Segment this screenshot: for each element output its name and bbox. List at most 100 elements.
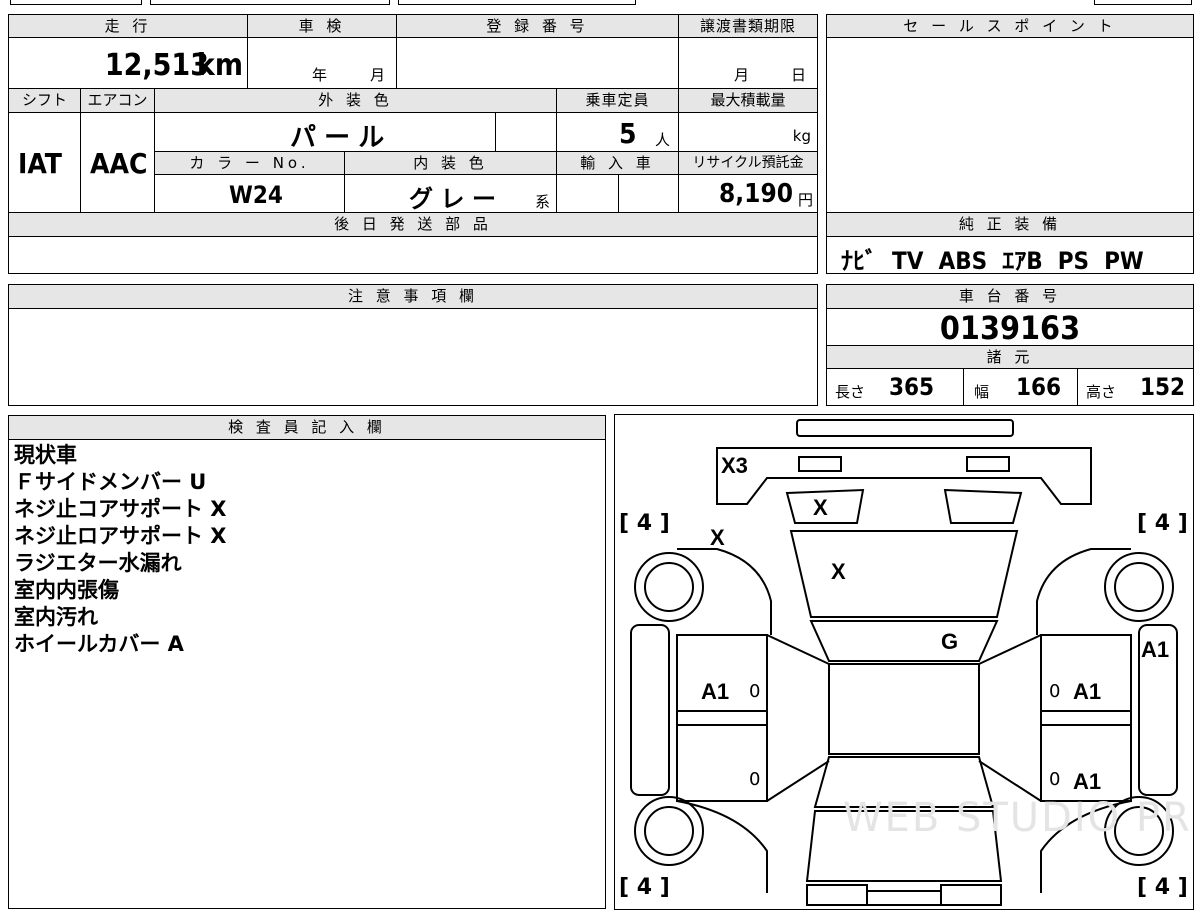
import-label: 輸 入 車 xyxy=(556,151,679,175)
inspector-line: ネジ止コアサポート X xyxy=(14,497,227,521)
recycle-cell: 8,190 円 xyxy=(678,174,818,213)
tire-rr: [ 4 ] xyxy=(1137,875,1188,900)
zero-mark: 0 xyxy=(749,681,761,702)
tire-fr: [ 4 ] xyxy=(1137,511,1188,536)
inspector-line: 現状車 xyxy=(14,443,77,467)
capacity-unit: 人 xyxy=(655,131,671,149)
transfer-deadline-label: 譲渡書類期限 xyxy=(678,14,818,38)
spec-width-label: 幅 xyxy=(974,383,990,401)
zero-mark: 0 xyxy=(1049,769,1061,790)
spec-height-value: 152 xyxy=(1140,373,1186,401)
aircon-label: エアコン xyxy=(80,88,155,113)
tire-rl: [ 4 ] xyxy=(619,875,670,900)
exterior-color-cell: パ ー ル xyxy=(154,112,496,153)
mark-right-rear-door: A1 xyxy=(1073,769,1102,794)
inspector-line: 室内汚れ xyxy=(14,605,98,629)
recycle-label: リサイクル預託金 xyxy=(678,151,818,175)
inspector-line: ラジエター水漏れ xyxy=(14,551,182,575)
max-load-label: 最大積載量 xyxy=(678,88,818,113)
watermark: WEB STUDIO PRO xyxy=(843,795,1194,841)
chassis-label: 車 台 番 号 xyxy=(826,284,1194,309)
spec-width-cell: 幅 166 xyxy=(963,368,1078,406)
tire-fl: [ 4 ] xyxy=(619,511,670,536)
exterior-color-value: パ ー ル xyxy=(290,123,385,153)
equipment-cell: ﾅﾋﾞ TV ABS ｴｱB PS PW xyxy=(826,236,1194,275)
zero-mark: 0 xyxy=(1049,681,1061,702)
interior-color-value: グ レ ー xyxy=(409,185,497,213)
spec-length-value: 365 xyxy=(889,373,935,401)
inspector-line: Ｆサイドメンバー U xyxy=(14,470,207,494)
inspector-line: ホイールカバー A xyxy=(14,632,184,656)
top-cell-2 xyxy=(150,0,390,5)
later-parts-cell xyxy=(8,236,818,274)
transfer-month: 月 xyxy=(734,66,750,84)
mark-right-front-door: A1 xyxy=(1073,679,1102,704)
aircon-cell: AAC xyxy=(80,112,155,213)
specs-label: 諸 元 xyxy=(826,345,1194,369)
inspector-notes: 現状車 Ｆサイドメンバー U ネジ止コアサポート X ネジ止ロアサポート X ラ… xyxy=(8,439,606,909)
transfer-deadline-cell: 月 日 xyxy=(678,37,818,89)
mileage-value: 12,513 xyxy=(104,48,209,83)
chassis-cell: 0139163 xyxy=(826,308,1194,347)
inspection-year: 年 xyxy=(312,66,328,84)
inspection-label: 車 検 xyxy=(247,14,397,38)
registration-cell xyxy=(396,37,679,89)
max-load-cell: kg xyxy=(678,112,818,152)
top-cell-4 xyxy=(1094,0,1192,5)
later-parts-label: 後 日 発 送 部 品 xyxy=(8,212,818,237)
notes-section-cell xyxy=(8,308,818,406)
sales-point-label: セ ー ル ス ポ イ ン ト xyxy=(826,14,1194,38)
interior-color-label: 内 装 色 xyxy=(344,151,557,175)
exterior-color-label: 外 装 色 xyxy=(154,88,557,113)
mileage-label: 走 行 xyxy=(8,14,248,38)
notes-section-label: 注 意 事 項 欄 xyxy=(8,284,818,309)
equipment-label: 純 正 装 備 xyxy=(826,212,1194,237)
shift-cell: IAT xyxy=(8,112,81,213)
spec-width-value: 166 xyxy=(1016,373,1062,401)
registration-label: 登 録 番 号 xyxy=(396,14,679,38)
inspector-label: 検 査 員 記 入 欄 xyxy=(8,415,606,440)
interior-color-suffix: 系 xyxy=(535,193,551,211)
mark-right-side: A1 xyxy=(1141,637,1170,662)
aircon-value: AAC xyxy=(90,147,148,180)
inspection-month: 月 xyxy=(370,66,386,84)
spec-length-cell: 長さ 365 xyxy=(826,368,964,406)
capacity-cell: 5 人 xyxy=(556,112,679,152)
max-load-unit: kg xyxy=(792,127,811,145)
recycle-value: 8,190 xyxy=(719,179,793,209)
inspector-line: 室内内張傷 xyxy=(14,578,119,602)
mark-left-front-fender: X xyxy=(710,525,725,550)
equipment-value: ﾅﾋﾞ TV ABS ｴｱB PS PW xyxy=(841,247,1144,275)
spec-height-label: 高さ xyxy=(1086,383,1117,401)
spec-length-label: 長さ xyxy=(835,383,866,401)
top-cell-1 xyxy=(10,0,142,5)
recycle-unit: 円 xyxy=(797,191,813,209)
top-cell-3 xyxy=(398,0,636,5)
mileage-unit: km xyxy=(196,48,243,83)
inspection-cell: 年 月 xyxy=(247,37,397,89)
capacity-value: 5 xyxy=(619,117,637,150)
color-no-value: W24 xyxy=(229,181,283,209)
transfer-day: 日 xyxy=(791,66,807,84)
zero-mark: 0 xyxy=(749,769,761,790)
import-cell-2 xyxy=(618,174,679,213)
interior-color-cell: グ レ ー 系 xyxy=(344,174,557,213)
mark-windshield: G xyxy=(941,629,959,654)
exterior-color-extra xyxy=(495,112,557,152)
import-cell-1 xyxy=(556,174,619,213)
inspector-line: ネジ止ロアサポート X xyxy=(14,524,227,548)
mark-front-bumper: X3 xyxy=(721,453,748,478)
mark-left-headlight: X xyxy=(813,495,828,520)
spec-height-cell: 高さ 152 xyxy=(1077,368,1194,406)
shift-value: IAT xyxy=(18,147,62,180)
chassis-value: 0139163 xyxy=(939,309,1081,347)
car-diagram: [ 4 ] [ 4 ] [ 4 ] [ 4 ] X3 X X X G A1 A1… xyxy=(614,414,1194,910)
capacity-label: 乗車定員 xyxy=(556,88,679,113)
color-no-label: カ ラ ー No. xyxy=(154,151,345,175)
mileage-cell: 12,513 km xyxy=(8,37,248,89)
mark-hood: X xyxy=(831,559,846,584)
shift-label: シフト xyxy=(8,88,81,113)
sales-point-cell xyxy=(826,37,1194,213)
color-no-cell: W24 xyxy=(154,174,345,213)
mark-left-front-door: A1 xyxy=(701,679,730,704)
